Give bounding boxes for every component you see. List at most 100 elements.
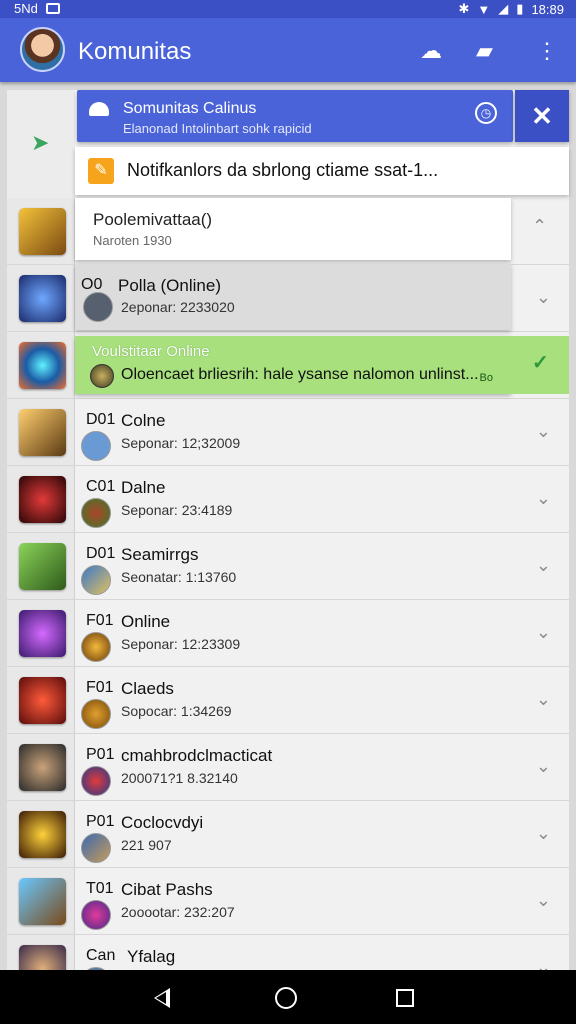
notification-subtitle: Elanonad Intolinbart sohk rapicid — [123, 121, 312, 136]
row-subtitle: Seonatar: 1:13760 — [121, 569, 237, 585]
card-tag: Bo — [479, 372, 493, 384]
send-column: ➤ — [7, 90, 75, 198]
row-prefix: D01 — [86, 411, 116, 428]
game-thumbnail — [19, 275, 66, 322]
game-thumbnail — [19, 744, 66, 791]
row-subtitle: 2ooootar: 232:207 — [121, 904, 235, 920]
expanded-card[interactable]: Poolemivattaa() Naroten 1930 — [75, 198, 511, 260]
back-icon[interactable] — [154, 988, 170, 1008]
row-title: cmahbrodclmacticat — [121, 746, 273, 765]
game-thumbnail — [19, 677, 66, 724]
chevron-down-icon[interactable]: ⌄ — [536, 823, 551, 844]
overflow-menu-icon[interactable]: ⋮ — [536, 38, 558, 64]
row-subtitle: Seponar: 12:23309 — [121, 636, 241, 652]
chevron-down-icon[interactable]: ⌄ — [536, 555, 551, 576]
bluetooth-icon: ✱ — [458, 1, 470, 16]
card-title: Voulstitaar Online — [92, 343, 210, 360]
notification-header[interactable]: Somunitas Calinus Elanonad Intolinbart s… — [77, 90, 513, 142]
status-text: 5Nd — [14, 1, 38, 16]
list-item[interactable]: F01 Online Seponar: 12:23309 ⌄ — [7, 600, 569, 667]
chevron-down-icon[interactable]: ⌄ — [536, 689, 551, 710]
card-message: Oloencaet brliesrih: hale ysanse nalomon… — [121, 366, 479, 383]
game-thumbnail — [19, 878, 66, 925]
game-thumbnail — [19, 476, 66, 523]
send-icon[interactable]: ➤ — [31, 130, 49, 156]
avatar[interactable] — [20, 27, 65, 72]
check-icon[interactable]: ✓ — [532, 350, 549, 375]
user-avatar — [83, 292, 113, 322]
row-subtitle: Seponar: 12;32009 — [121, 435, 241, 451]
user-avatar — [90, 364, 114, 388]
row-subtitle: 200071?1 8.32140 — [121, 770, 238, 786]
row-prefix: T01 — [86, 880, 114, 897]
game-thumbnail — [19, 342, 66, 389]
chevron-down-icon[interactable]: ⌄ — [536, 957, 551, 970]
snooze-clock-icon[interactable]: ◷ — [475, 102, 497, 124]
user-avatar — [81, 900, 111, 930]
row-title: Yfalag — [127, 947, 176, 966]
row-prefix: Can — [86, 947, 116, 964]
clock-time: 18:89 — [531, 1, 564, 17]
row-title: Cibat Pashs — [121, 880, 213, 899]
compose-icon[interactable]: ▰ — [476, 38, 493, 64]
notification-title: Somunitas Calinus — [123, 100, 257, 117]
user-avatar — [81, 766, 111, 796]
system-nav-bar — [0, 970, 576, 1024]
row-subtitle: 221 907 — [121, 837, 172, 853]
row-prefix: P01 — [86, 746, 115, 763]
chevron-up-icon[interactable]: ⌃ — [532, 216, 547, 237]
mood-icon[interactable]: ☁ — [420, 38, 442, 64]
list-item[interactable]: Can Yfalag ⌄ — [7, 935, 569, 970]
online-notification-card[interactable]: Voulstitaar Online Oloencaet brliesrih: … — [75, 336, 511, 394]
recents-icon[interactable] — [396, 989, 414, 1007]
notification-banner[interactable]: ✎ Notifkanlors da sbrlong ctiame ssat-1.… — [75, 147, 569, 195]
home-icon[interactable] — [275, 987, 297, 1009]
game-thumbnail — [19, 409, 66, 456]
row-prefix: F01 — [86, 679, 114, 696]
row-title: Colne — [121, 411, 166, 430]
game-thumbnail — [19, 811, 66, 858]
chevron-down-icon[interactable]: ⌄ — [536, 421, 551, 442]
selected-row-card[interactable]: O0 Polla (Online) 2eponar: 2233020 — [75, 264, 511, 330]
user-avatar — [81, 632, 111, 662]
status-bar: 5Nd ✱ ▼ ◢ ▮ 18:89 — [0, 0, 576, 18]
row-title: Claeds — [121, 679, 174, 698]
list-item[interactable]: C01 Dalne Seponar: 23:4189 ⌄ — [7, 466, 569, 533]
notification-app-icon — [89, 102, 109, 116]
close-button[interactable]: ✕ — [515, 90, 569, 142]
row-title: Seamirrgs — [121, 545, 199, 564]
user-avatar — [81, 833, 111, 863]
user-avatar — [81, 498, 111, 528]
chevron-down-icon[interactable]: ⌄ — [536, 287, 551, 308]
row-prefix: D01 — [86, 545, 116, 562]
list-item[interactable]: D01 Colne Seponar: 12;32009 ⌄ — [7, 399, 569, 466]
list-item[interactable]: T01 Cibat Pashs 2ooootar: 232:207 ⌄ — [7, 868, 569, 935]
chevron-down-icon[interactable]: ⌄ — [536, 756, 551, 777]
card-subtitle: Naroten 1930 — [93, 233, 172, 248]
list-item[interactable]: F01 Claeds Sopocar: 1:34269 ⌄ — [7, 667, 569, 734]
app-bar: Komunitas ☁ ▰ ⋮ — [0, 18, 576, 82]
list-item[interactable]: P01 Coclocvdyi 221 907 ⌄ — [7, 801, 569, 868]
chevron-down-icon[interactable]: ⌄ — [536, 890, 551, 911]
list-item[interactable]: D01 Seamirrgs Seonatar: 1:13760 ⌄ — [7, 533, 569, 600]
game-thumbnail — [19, 543, 66, 590]
game-thumbnail — [19, 208, 66, 255]
signal-icon: ◢ — [498, 1, 509, 16]
notification-small-icon — [45, 3, 60, 14]
row-title: Online — [121, 612, 171, 631]
row-title: Dalne — [121, 478, 166, 497]
row-prefix: P01 — [86, 813, 115, 830]
edit-icon: ✎ — [88, 158, 114, 184]
wifi-icon: ▼ — [477, 1, 491, 17]
row-subtitle: Sopocar: 1:34269 — [121, 703, 232, 719]
game-thumbnail — [19, 945, 66, 970]
chevron-down-icon[interactable]: ⌄ — [536, 622, 551, 643]
chevron-down-icon[interactable]: ⌄ — [536, 488, 551, 509]
battery-icon: ▮ — [516, 1, 524, 16]
row-subtitle: Seponar: 23:4189 — [121, 502, 233, 518]
row-title: Coclocvdyi — [121, 813, 204, 832]
list-item[interactable]: P01 cmahbrodclmacticat 200071?1 8.32140 … — [7, 734, 569, 801]
row-prefix: C01 — [86, 478, 116, 495]
banner-text: Notifkanlors da sbrlong ctiame ssat-1... — [127, 160, 439, 180]
row-prefix: F01 — [86, 612, 114, 629]
